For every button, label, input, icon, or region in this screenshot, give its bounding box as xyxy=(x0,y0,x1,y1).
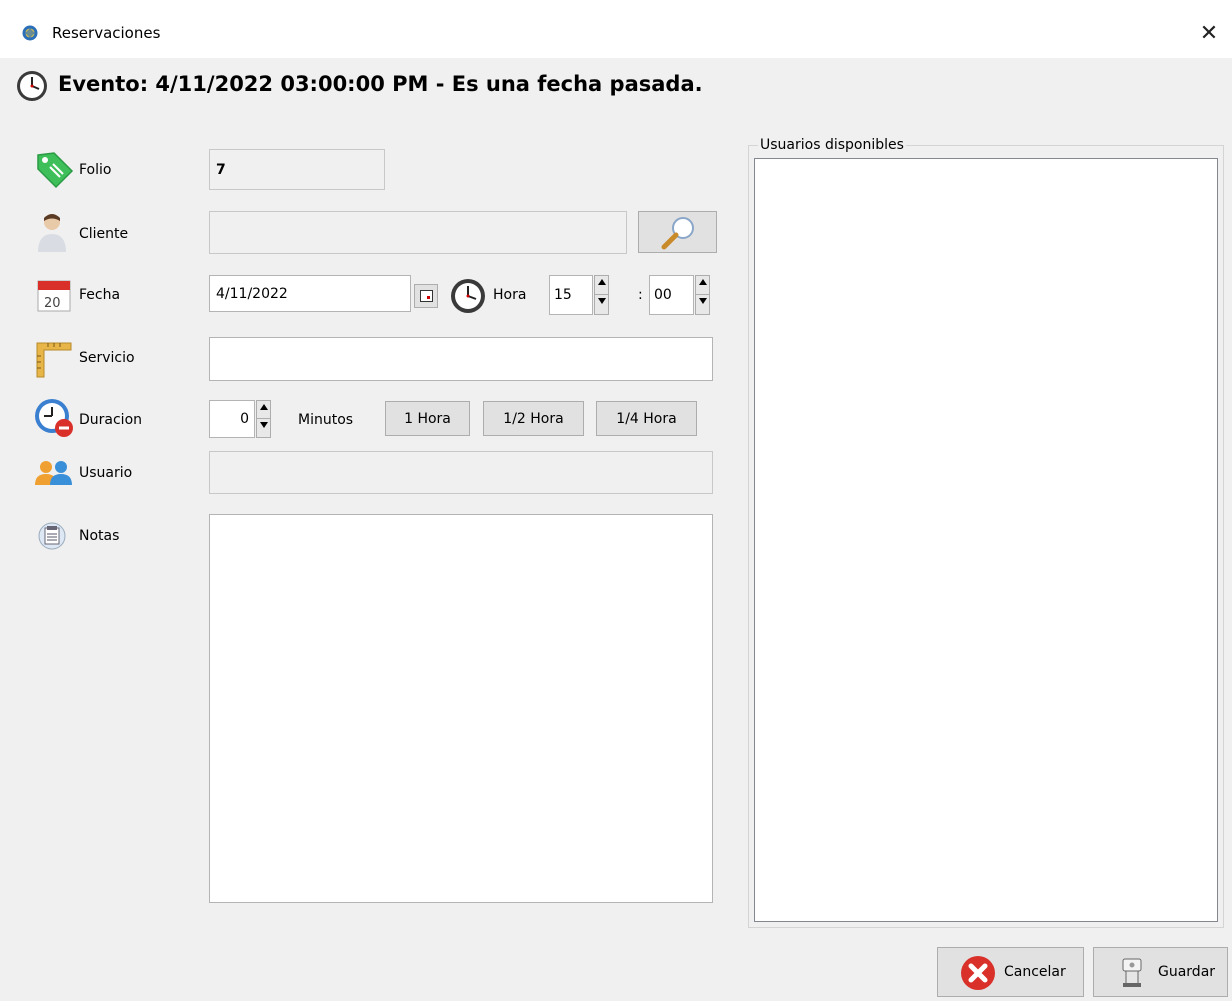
calendar-icon: 20 xyxy=(37,280,71,312)
preset-quarter-hour-label[interactable]: 1/4 Hora xyxy=(597,411,696,427)
usb-drive-icon[interactable] xyxy=(1120,957,1144,989)
title-bar: Reservaciones ✕ xyxy=(0,0,1232,58)
preset-1-hour-button[interactable]: 1 Hora xyxy=(385,401,470,436)
duration-spinner[interactable] xyxy=(256,400,271,438)
hour-up-button[interactable] xyxy=(595,276,608,295)
notepad-icon xyxy=(38,522,66,550)
hour-field[interactable]: 15 xyxy=(549,275,593,315)
fecha-value[interactable]: 4/11/2022 xyxy=(216,286,288,302)
duration-value[interactable]: 0 xyxy=(240,411,249,427)
preset-half-hour-label[interactable]: 1/2 Hora xyxy=(484,411,583,427)
save-button[interactable]: Guardar xyxy=(1093,947,1228,997)
cancel-button[interactable]: Cancelar xyxy=(937,947,1084,997)
minute-up-button[interactable] xyxy=(696,276,709,295)
hour-down-button[interactable] xyxy=(595,295,608,314)
fecha-label: Fecha xyxy=(79,287,121,303)
cancel-label[interactable]: Cancelar xyxy=(1004,964,1066,980)
date-picker-button[interactable] xyxy=(414,284,438,308)
folio-field: 7 xyxy=(209,149,385,190)
ruler-icon xyxy=(36,342,72,378)
calendar-small-icon[interactable] xyxy=(420,290,433,302)
fecha-field[interactable]: 4/11/2022 xyxy=(209,275,411,312)
window-title: Reservaciones xyxy=(52,24,161,42)
folio-value: 7 xyxy=(216,161,226,178)
usuario-field xyxy=(209,451,713,494)
minutes-label: Minutos xyxy=(298,412,354,428)
cliente-label: Cliente xyxy=(79,226,129,242)
notas-textarea[interactable] xyxy=(209,514,713,903)
cancel-icon[interactable] xyxy=(960,955,996,991)
duration-field[interactable]: 0 xyxy=(209,400,255,438)
preset-half-hour-button[interactable]: 1/2 Hora xyxy=(483,401,584,436)
available-users-title: Usuarios disponibles xyxy=(758,137,906,153)
available-users-list[interactable] xyxy=(754,158,1218,922)
minute-field[interactable]: 00 xyxy=(649,275,694,315)
person-icon xyxy=(38,214,66,252)
minute-spinner[interactable] xyxy=(695,275,710,315)
usuario-label: Usuario xyxy=(79,465,133,481)
preset-1-hour-label[interactable]: 1 Hora xyxy=(386,411,469,427)
minute-down-button[interactable] xyxy=(696,295,709,314)
hora-clock-icon xyxy=(451,279,485,313)
time-separator: : xyxy=(638,287,643,303)
users-icon xyxy=(35,461,72,485)
duration-down-button[interactable] xyxy=(257,419,270,437)
search-client-button[interactable] xyxy=(638,211,717,253)
duration-clock-icon xyxy=(35,399,73,437)
search-icon[interactable] xyxy=(657,215,697,251)
app-icon xyxy=(22,25,38,41)
close-icon[interactable]: ✕ xyxy=(1200,21,1218,46)
svg-text:20: 20 xyxy=(44,296,61,311)
folio-label: Folio xyxy=(79,162,112,178)
heading-text: Evento: 4/11/2022 03:00:00 PM - Es una f… xyxy=(58,72,703,96)
duracion-label: Duracion xyxy=(79,412,143,428)
close-button[interactable]: ✕ xyxy=(1186,14,1232,54)
cliente-field xyxy=(209,211,627,254)
hour-value[interactable]: 15 xyxy=(554,287,572,303)
duration-up-button[interactable] xyxy=(257,401,270,419)
servicio-field[interactable] xyxy=(209,337,713,381)
servicio-label: Servicio xyxy=(79,350,135,366)
clock-icon xyxy=(17,71,47,101)
tag-icon xyxy=(37,152,74,189)
minute-value[interactable]: 00 xyxy=(654,287,672,303)
save-label[interactable]: Guardar xyxy=(1158,964,1215,980)
notas-label: Notas xyxy=(79,528,120,544)
hora-label: Hora xyxy=(493,287,527,303)
hour-spinner[interactable] xyxy=(594,275,609,315)
preset-quarter-hour-button[interactable]: 1/4 Hora xyxy=(596,401,697,436)
